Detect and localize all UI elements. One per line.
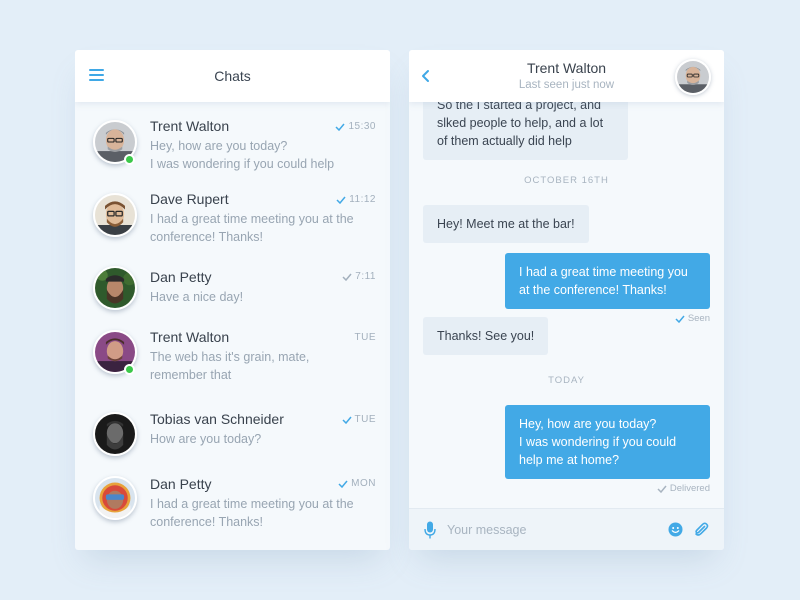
attachment-icon[interactable] (694, 522, 709, 537)
date-separator: TODAY (548, 375, 585, 386)
message-bubble-incoming: Thanks! See you! (423, 317, 549, 355)
chat-preview: How are you today? (150, 432, 262, 446)
read-check-icon (338, 480, 348, 488)
chat-timestamp: TUE (341, 414, 377, 425)
chat-timestamp: TUE (354, 332, 376, 343)
message-input[interactable] (447, 518, 657, 542)
delivered-check-icon (657, 485, 667, 493)
chat-name: Tobias van Schneider (150, 411, 284, 427)
message-bubble-incoming: Hey! Meet me at the bar! (423, 205, 589, 243)
message-composer (409, 508, 724, 550)
chat-name: Dan Petty (150, 269, 212, 285)
message-bubble-outgoing: Hey, how are you today? I was wondering … (505, 405, 710, 479)
read-check-icon (341, 416, 352, 424)
chat-timestamp: 15:30 (335, 121, 376, 132)
online-status-dot (124, 364, 135, 375)
chat-list: Trent Walton Hey, how are you today? I w… (75, 102, 390, 550)
message-list[interactable]: So the I started a project, and slked pe… (409, 50, 724, 508)
dan-petty-helmet-avatar (93, 476, 137, 520)
read-check-icon (336, 196, 346, 204)
seen-check-icon (675, 315, 685, 323)
chat-item-dave-rupert[interactable]: Dave Rupert I had a great time meeting y… (75, 175, 390, 245)
read-check-icon (342, 273, 352, 281)
chat-item-trent-walton[interactable]: Trent Walton Hey, how are you today? I w… (75, 102, 390, 172)
date-separator: OCTOBER 16TH (524, 175, 609, 186)
chat-preview: Have a nice day! (150, 290, 244, 304)
chat-preview: I had a great time meeting you at the co… (150, 212, 354, 244)
chats-panel: Chats Trent Walton Hey, how are you toda… (75, 50, 390, 550)
chat-item-tobias-van-schneider[interactable]: Tobias van Schneider How are you today? … (75, 394, 390, 464)
chats-title: Chats (214, 68, 251, 84)
chat-item-dan-petty[interactable]: Dan Petty Have a nice day! 7:11 (75, 248, 390, 318)
tobias-avatar (93, 412, 137, 456)
chat-timestamp: 11:12 (336, 194, 376, 205)
chat-item-dan-petty-2[interactable]: Dan Petty I had a great time meeting you… (75, 458, 390, 529)
chat-preview: I had a great time meeting you at the co… (150, 497, 354, 529)
online-status-dot (124, 154, 135, 165)
microphone-icon[interactable] (424, 521, 436, 539)
chat-timestamp: 7:11 (342, 271, 376, 282)
delivered-receipt: Delivered (657, 483, 710, 494)
chat-preview: The web has it's grain, mate, remember t… (150, 350, 310, 382)
read-check-icon (335, 123, 346, 131)
chat-item-trent-walton-2[interactable]: Trent Walton The web has it's grain, mat… (75, 312, 390, 382)
dan-petty-avatar (93, 266, 137, 310)
contact-avatar[interactable] (675, 59, 711, 95)
chat-name: Trent Walton (150, 118, 230, 134)
emoji-icon[interactable] (668, 522, 683, 537)
conversation-panel: So the I started a project, and slked pe… (409, 50, 724, 550)
chat-timestamp: MON (338, 478, 376, 489)
conversation-header: Trent Walton Last seen just now (409, 50, 724, 102)
chat-name: Trent Walton (150, 329, 230, 345)
seen-receipt: Seen (675, 313, 710, 324)
message-bubble-outgoing: I had a great time meeting you at the co… (505, 253, 710, 309)
chat-preview: Hey, how are you today? I was wondering … (150, 139, 335, 171)
chat-name: Dan Petty (150, 476, 212, 492)
chat-name: Dave Rupert (150, 191, 229, 207)
chats-header: Chats (75, 50, 390, 102)
dave-rupert-avatar (93, 193, 137, 237)
